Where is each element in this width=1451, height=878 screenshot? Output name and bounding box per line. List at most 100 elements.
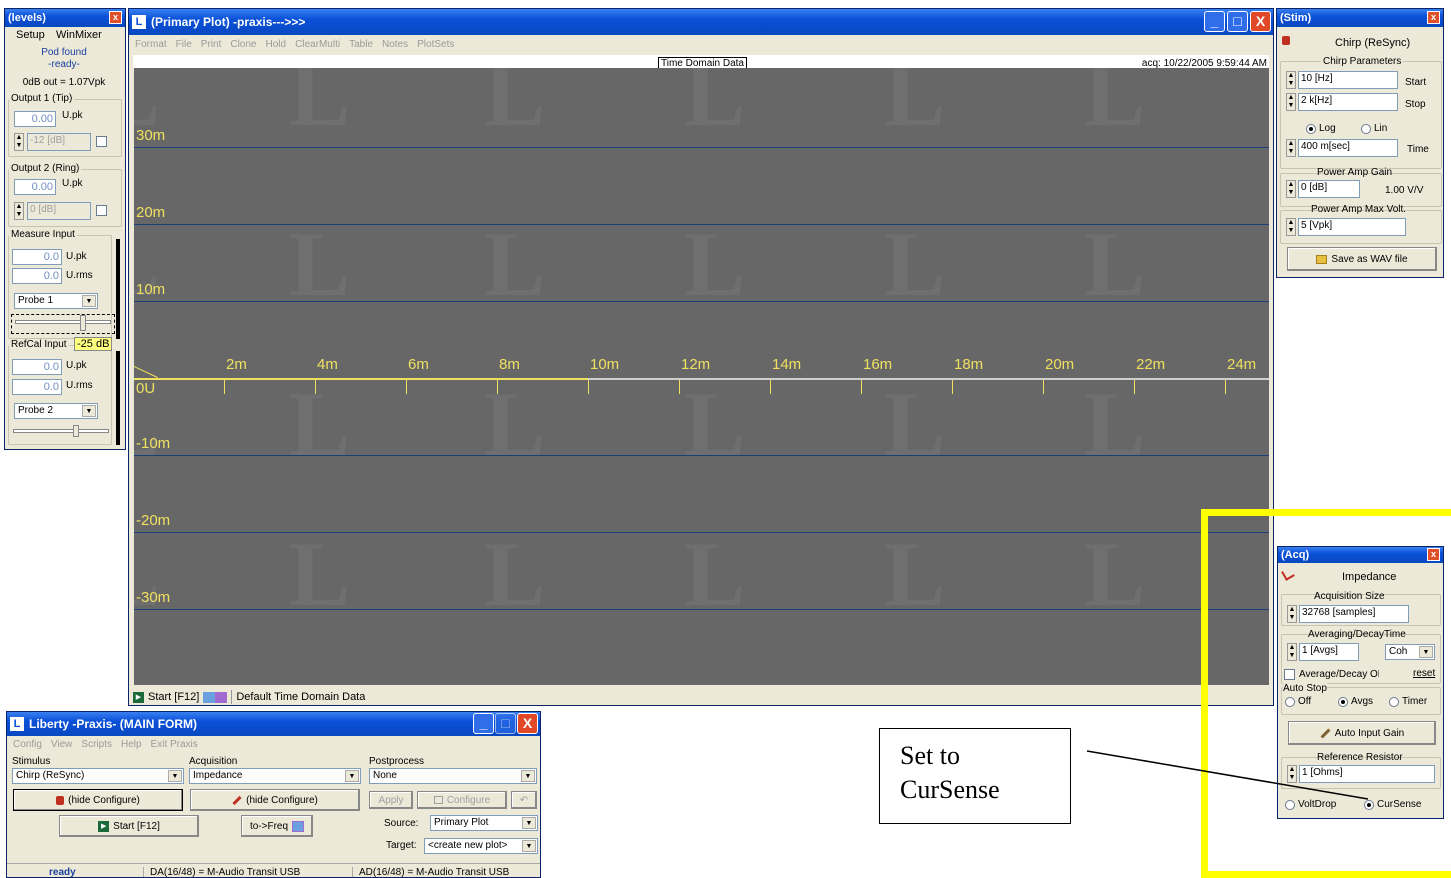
probe-icon <box>232 795 242 805</box>
refcal-slider[interactable] <box>13 425 109 437</box>
levels-menu-setup[interactable]: Setup <box>16 29 45 41</box>
refcal-probe-select[interactable]: Probe 2 ▼ <box>14 403 98 419</box>
watermark-logo: L <box>289 68 351 145</box>
voltdrop-radio[interactable]: VoltDrop <box>1285 799 1336 810</box>
pagain-field[interactable]: 0 [dB] <box>1298 180 1360 198</box>
pa-gain-label: Power Amp Gain <box>1317 167 1393 178</box>
to-freq-button[interactable]: to->Freq <box>241 815 313 837</box>
output1-spinner[interactable]: ▲ ▼ <box>14 133 24 151</box>
refcal-probe-value: Probe 2 <box>18 405 54 416</box>
main-menu-view[interactable]: View <box>51 739 73 750</box>
timer-radio[interactable]: Timer <box>1389 696 1427 707</box>
plot-menu-plotsets[interactable]: PlotSets <box>417 39 454 50</box>
ref-field[interactable]: 1 [Ohms] <box>1299 765 1435 783</box>
time-field[interactable]: 400 m[sec] <box>1298 139 1398 157</box>
configure-button[interactable]: Configure <box>417 791 507 809</box>
acq-size-spinner[interactable]: ▲ ▼ <box>1287 605 1297 623</box>
acq-titlebar[interactable]: (Acq) x <box>1278 547 1443 563</box>
auto-input-gain-button[interactable]: Auto Input Gain <box>1288 721 1436 745</box>
watermark-logo: L <box>289 678 350 685</box>
plot-menu-notes[interactable]: Notes <box>382 39 408 50</box>
acquisition-hide-configure-button[interactable]: (hide Configure) <box>190 789 360 811</box>
watermark-logo: L <box>289 213 351 315</box>
start-button[interactable]: ▶ Start [F12] <box>59 815 199 837</box>
levels-close-icon[interactable]: x <box>109 11 122 24</box>
undo-button[interactable]: ↶ <box>511 791 537 809</box>
output2-spinner[interactable]: ▲ ▼ <box>14 202 24 220</box>
close-icon[interactable]: X <box>1250 11 1271 32</box>
stim-close-icon[interactable]: x <box>1427 11 1440 24</box>
plot-area[interactable]: LLLLLLLLLLLLLLLLLLLLLLLLLLLLLLLLLLL30m20… <box>134 68 1269 685</box>
pamax-field[interactable]: 5 [Vpk] <box>1298 218 1406 236</box>
avgs-radio[interactable]: Avgs <box>1338 696 1373 707</box>
acq-size-field[interactable]: 32768 [samples] <box>1299 605 1409 623</box>
apply-button[interactable]: Apply <box>369 791 413 809</box>
cursense-radio[interactable]: CurSense <box>1364 799 1421 810</box>
minimize-icon[interactable]: _ <box>473 713 494 734</box>
plot-menu-print[interactable]: Print <box>201 39 222 50</box>
log-radio[interactable]: Log <box>1306 123 1336 134</box>
plot-menu-hold[interactable]: Hold <box>266 39 287 50</box>
lin-radio[interactable]: Lin <box>1361 123 1387 134</box>
start-field[interactable]: 10 [Hz] <box>1298 71 1398 89</box>
undo-icon: ↶ <box>519 794 529 806</box>
main-menu-exit[interactable]: Exit Praxis <box>151 739 198 750</box>
plot-menu-file[interactable]: File <box>176 39 192 50</box>
levels-titlebar[interactable]: (levels) x <box>5 9 125 27</box>
plot-menu-table[interactable]: Table <box>349 39 373 50</box>
output2-gain[interactable]: 0 [dB] <box>27 202 91 220</box>
measure-slider[interactable] <box>11 314 115 334</box>
output1-checkbox[interactable] <box>96 136 107 147</box>
avg-type-select[interactable]: Coh ▼ <box>1385 644 1435 660</box>
avg-spinner[interactable]: ▲ ▼ <box>1287 643 1297 661</box>
plot-menu-clearmulti[interactable]: ClearMulti <box>295 39 340 50</box>
stimulus-hide-configure-button[interactable]: (hide Configure) <box>13 789 183 811</box>
output1-gain[interactable]: -12 [dB] <box>27 133 91 151</box>
pagain-spinner[interactable]: ▲ ▼ <box>1286 180 1296 198</box>
avg-decay-checkbox[interactable] <box>1284 669 1295 680</box>
main-menu-config[interactable]: Config <box>13 739 42 750</box>
output2-checkbox[interactable] <box>96 205 107 216</box>
stop-field[interactable]: 2 k[Hz] <box>1298 93 1398 111</box>
avg-field[interactable]: 1 [Avgs] <box>1299 643 1359 661</box>
source-select[interactable]: Primary Plot ▼ <box>430 815 538 831</box>
postprocess-select[interactable]: None ▼ <box>369 768 537 784</box>
maximize-icon[interactable]: □ <box>1227 11 1248 32</box>
acq-close-icon[interactable]: x <box>1427 548 1440 561</box>
plot-titlebar[interactable]: L (Primary Plot) -praxis--->>> _ □ X <box>129 9 1273 35</box>
off-radio[interactable]: Off <box>1285 696 1311 707</box>
status-start-label[interactable]: Start [F12] <box>148 691 199 703</box>
save-wav-button[interactable]: Save as WAV file <box>1287 247 1437 271</box>
stim-titlebar[interactable]: (Stim) x <box>1277 9 1443 27</box>
reset-link[interactable]: reset <box>1413 668 1435 679</box>
minimize-icon[interactable]: _ <box>1204 11 1225 32</box>
zero-trace <box>134 378 1269 380</box>
target-select[interactable]: <create new plot> ▼ <box>424 838 538 854</box>
maximize-icon[interactable]: □ <box>495 713 516 734</box>
levels-menu-winmixer[interactable]: WinMixer <box>56 29 102 41</box>
ref-spinner[interactable]: ▲ ▼ <box>1287 765 1297 783</box>
plot-menu-format[interactable]: Format <box>135 39 167 50</box>
stop-spinner[interactable]: ▲ ▼ <box>1286 93 1296 111</box>
start-spinner[interactable]: ▲ ▼ <box>1286 71 1296 89</box>
pamax-spinner[interactable]: ▲ ▼ <box>1286 218 1296 236</box>
main-title: Liberty -Praxis- (MAIN FORM) <box>29 717 198 731</box>
time-spinner[interactable]: ▲ ▼ <box>1286 139 1296 157</box>
main-menu-help[interactable]: Help <box>121 739 142 750</box>
stim-mode: Chirp (ReSync) <box>1335 37 1411 49</box>
plot-tool-icon[interactable] <box>203 691 228 703</box>
x-tick <box>1043 380 1044 394</box>
acquisition-label: Acquisition <box>189 756 238 767</box>
watermark-logo: L <box>684 523 746 625</box>
start-icon[interactable]: ▶ <box>133 691 144 703</box>
main-titlebar[interactable]: L Liberty -Praxis- (MAIN FORM) _ □ X <box>7 712 540 736</box>
main-menu-scripts[interactable]: Scripts <box>81 739 112 750</box>
measure-probe-select[interactable]: Probe 1 ▼ <box>14 293 98 309</box>
acquisition-select[interactable]: Impedance ▼ <box>189 768 361 784</box>
measure-pk-value: 0.0 <box>12 249 62 265</box>
x-tick-label: 14m <box>772 356 802 373</box>
plot-menu-clone[interactable]: Clone <box>230 39 256 50</box>
app-logo-icon: L <box>132 15 146 29</box>
close-icon[interactable]: X <box>517 713 538 734</box>
stimulus-select[interactable]: Chirp (ReSync) ▼ <box>12 768 184 784</box>
